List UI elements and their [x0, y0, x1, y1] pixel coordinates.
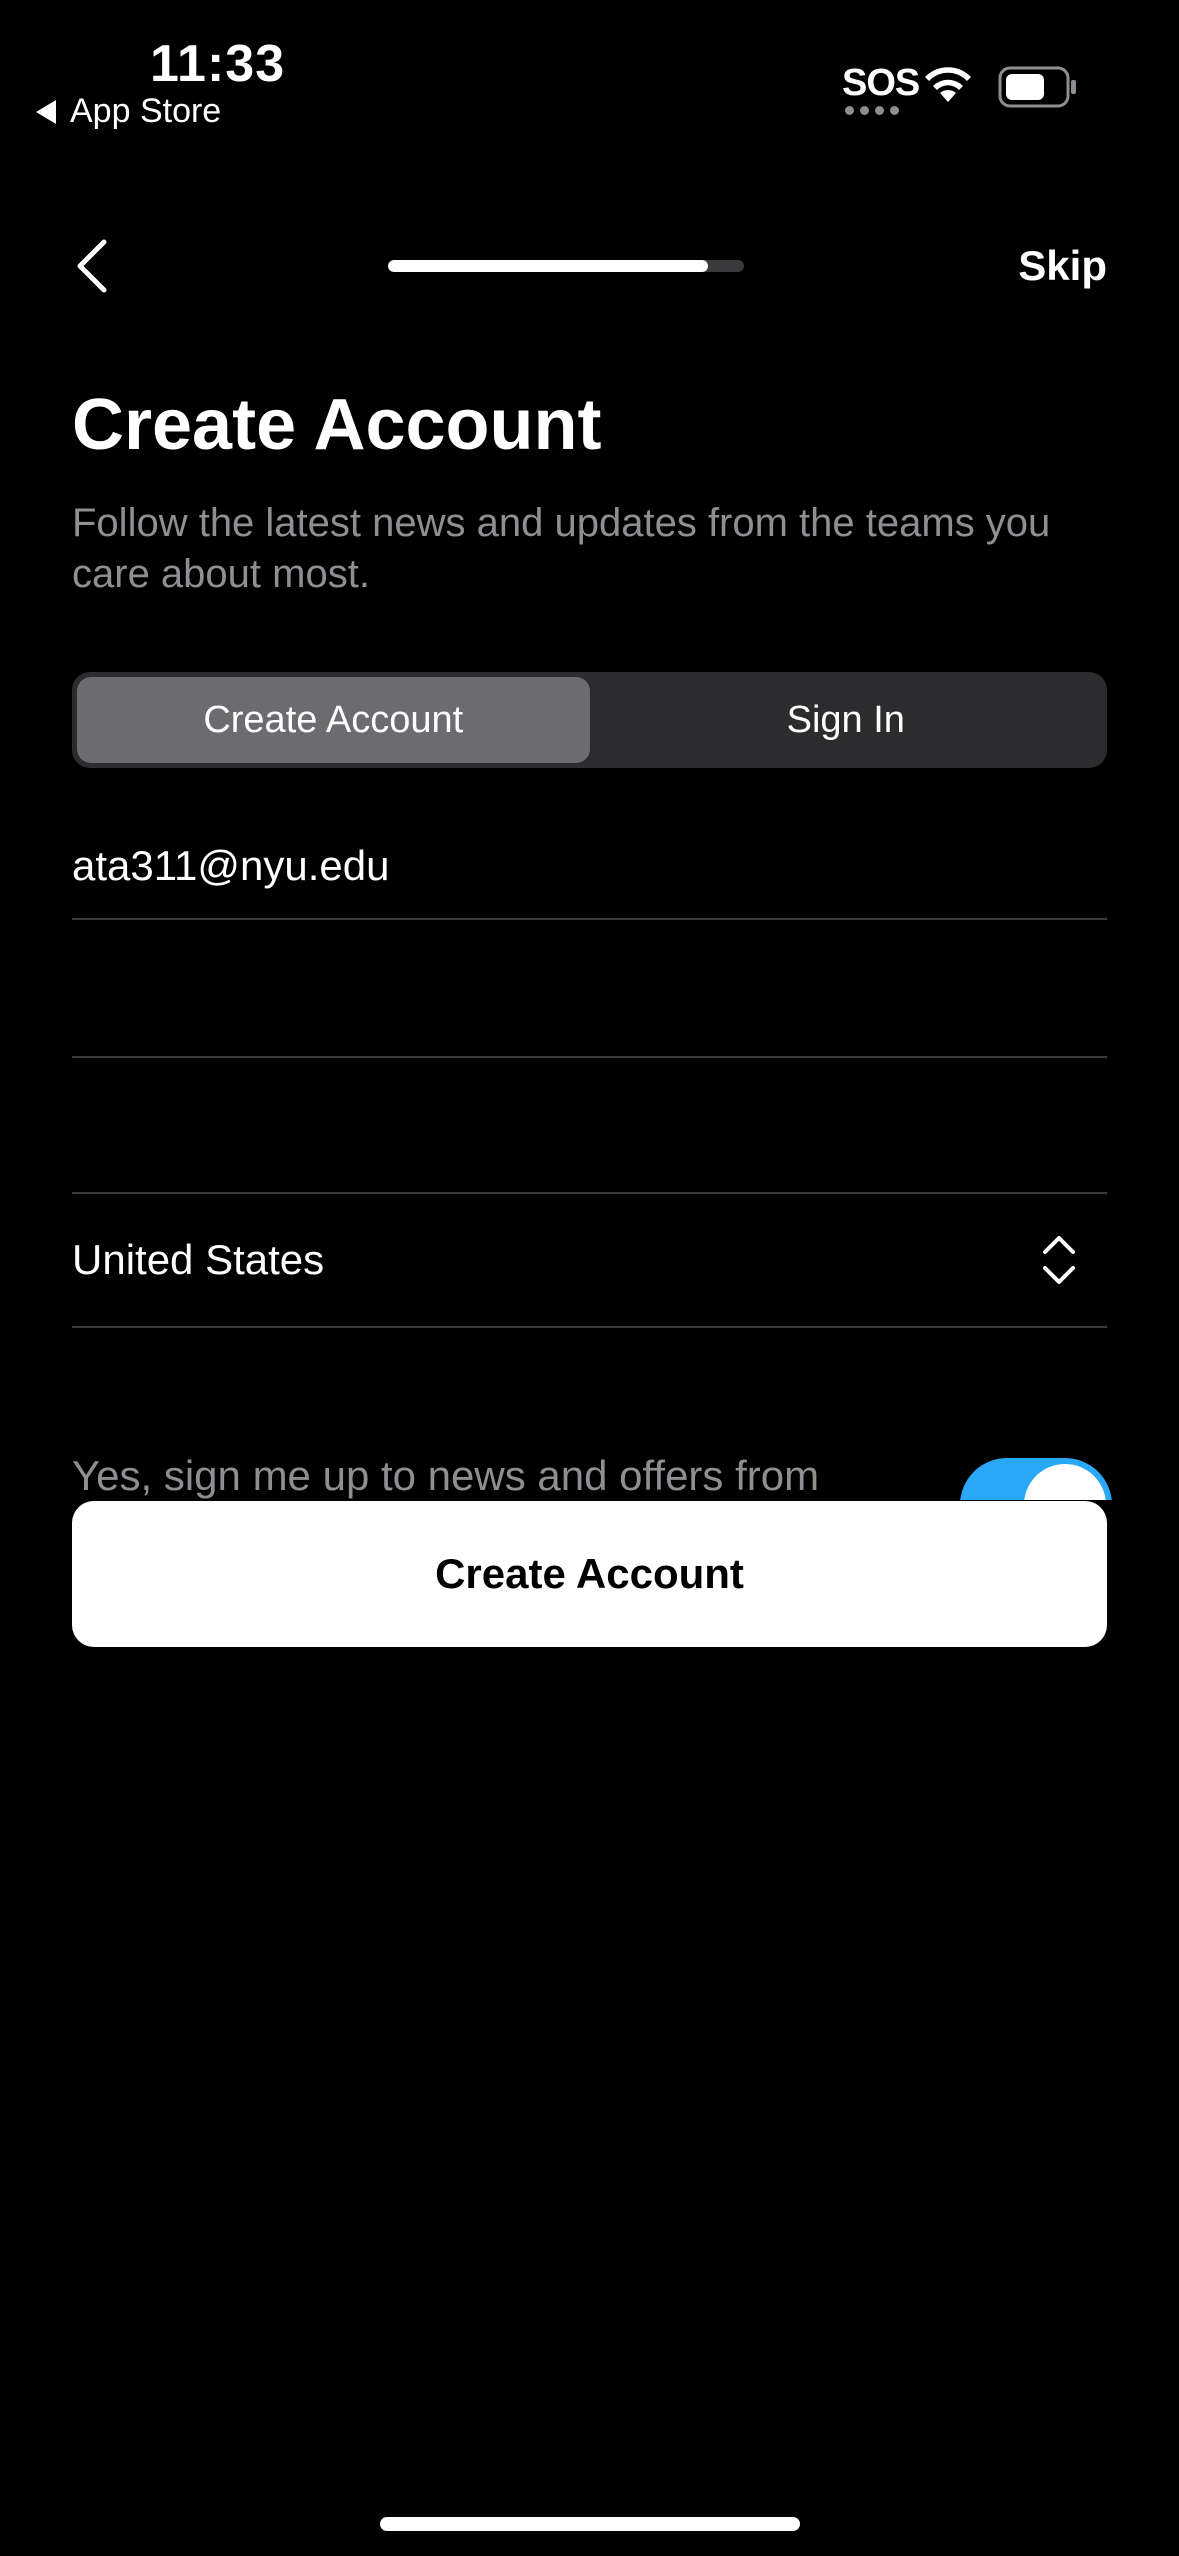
onboarding-progress-bar — [388, 260, 744, 272]
newsletter-optin-label: Yes, sign me up to news and offers from — [72, 1452, 820, 1499]
password-field[interactable] — [72, 920, 1107, 1058]
secondary-input-field[interactable] — [72, 1058, 1107, 1194]
progress-fill — [388, 260, 709, 272]
back-to-app-label: App Store — [70, 92, 222, 130]
signal-dots-icon — [845, 106, 899, 115]
page-subtitle: Follow the latest news and updates from … — [72, 501, 1051, 596]
back-to-app-link[interactable]: App Store — [36, 92, 221, 131]
create-account-button[interactable]: Create Account — [72, 1501, 1107, 1647]
sos-indicator: SOS — [842, 62, 920, 104]
account-mode-segmented-control: Create Account Sign In — [72, 672, 1107, 768]
home-indicator — [380, 2517, 800, 2531]
toggle-knob — [1024, 1464, 1106, 1500]
skip-button[interactable]: Skip — [1018, 242, 1107, 290]
country-picker[interactable]: United States — [72, 1194, 1107, 1328]
newsletter-optin-toggle[interactable] — [956, 1452, 1116, 1500]
segment-create-account[interactable]: Create Account — [77, 677, 590, 763]
segment-sign-in[interactable]: Sign In — [590, 677, 1103, 763]
battery-icon — [998, 66, 1076, 108]
chevron-up-down-icon — [1043, 1236, 1075, 1284]
page-title: Create Account — [72, 385, 602, 465]
toggle-track — [960, 1458, 1112, 1500]
back-chevron-icon[interactable] — [70, 236, 114, 296]
email-field[interactable]: ata311@nyu.edu — [72, 830, 1107, 920]
status-time: 11:33 — [150, 35, 286, 93]
country-value: United States — [72, 1236, 325, 1283]
back-triangle-icon — [36, 99, 56, 124]
wifi-icon — [925, 67, 971, 102]
